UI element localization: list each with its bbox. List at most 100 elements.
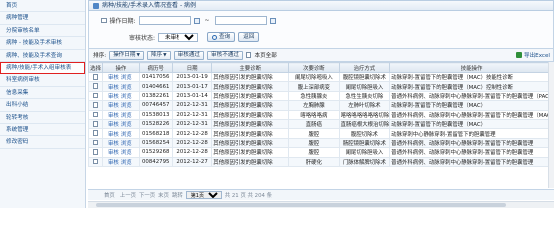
sort-order-dropdown[interactable]: 降序 ▼ — [147, 51, 171, 60]
sidebar-item[interactable]: 信息采集 — [0, 87, 85, 99]
table-row[interactable]: 审核浏览015380132012-12-31其他原因引发的胆囊切除喀咯咯咯病喀咯… — [89, 110, 554, 119]
last-page-link[interactable]: 末页 — [158, 191, 169, 199]
approve-button[interactable]: 审核通过 — [174, 51, 204, 60]
row-checkbox[interactable] — [93, 112, 99, 118]
next-page-link[interactable]: 下一页 — [139, 191, 155, 199]
view-link[interactable]: 浏览 — [121, 160, 132, 166]
view-link[interactable]: 浏览 — [121, 122, 132, 128]
row-select-cell[interactable] — [89, 82, 103, 91]
sidebar-item[interactable]: 修改密码 — [0, 136, 85, 148]
main-diagnosis-cell: 其他原因引发的胆囊切除 — [212, 119, 289, 128]
table-row[interactable]: 审核浏览014170562013-01-19其他原因引发的胆囊切除阑尾切除嘧吸入… — [89, 73, 554, 82]
review-link[interactable]: 审核 — [108, 113, 119, 119]
main-diagnosis-cell: 其他原因引发的胆囊切除 — [212, 129, 289, 138]
sort-field-dropdown[interactable]: 操作日期 ▼ — [109, 51, 144, 60]
excel-icon — [516, 52, 522, 58]
row-select-cell[interactable] — [89, 157, 103, 166]
table-row[interactable]: 审核浏览015682542012-12-28其他原因引发的胆囊切除腹腔肠腔镜胆囊… — [89, 138, 554, 147]
row-select-cell[interactable] — [89, 73, 103, 82]
scrollbar-thumb[interactable] — [96, 203, 506, 207]
view-link[interactable]: 浏览 — [121, 141, 132, 147]
row-select-cell[interactable] — [89, 91, 103, 100]
table-row[interactable]: 审核浏览014046612013-01-17其他原因引发的胆囊切除腹上深部病变阑… — [89, 82, 554, 91]
table-header-row: 选择操作病历号日期主要诊断次要诊断治疗方式技能操作 — [89, 63, 554, 73]
review-link[interactable]: 审核 — [108, 132, 119, 138]
first-page-link[interactable]: 首页 — [104, 191, 115, 199]
date-filter-checkbox[interactable] — [101, 18, 107, 24]
view-link[interactable]: 浏览 — [121, 75, 132, 81]
table-row[interactable]: 审核浏览008427952012-12-27其他原因引发的胆囊切除肝硬化门脉体解… — [89, 157, 554, 166]
date-to-input[interactable] — [215, 16, 267, 25]
prev-page-link[interactable]: 上一页 — [120, 191, 136, 199]
row-select-cell[interactable] — [89, 148, 103, 157]
skill-cell: 动脉穿刺-置留管下的胆囊管理（MAC）技能性诊断 — [390, 73, 554, 82]
treatment-cell: 喀咯咯咯咯咯咯切除 — [339, 110, 390, 119]
record-id-cell: 01528226 — [139, 119, 172, 128]
sidebar-item[interactable]: 首页 — [0, 0, 85, 12]
row-select-cell[interactable] — [89, 110, 103, 119]
table-row[interactable]: 审核浏览015282262012-12-31其他原因引发的胆囊切除直肠癌直肠癌根… — [89, 119, 554, 128]
table-row[interactable]: 审核浏览013822612013-01-14其他原因引发的胆囊切除急性胰腺炎急性… — [89, 91, 554, 100]
horizontal-scrollbar[interactable] — [88, 201, 554, 208]
row-checkbox[interactable] — [93, 159, 99, 165]
status-select[interactable]: 未审核 — [158, 33, 198, 42]
view-link[interactable]: 浏览 — [121, 85, 132, 91]
treatment-cell: 肠腔镜胆囊切除术 — [339, 138, 390, 147]
select-page-checkbox[interactable] — [246, 52, 252, 58]
table-row[interactable]: 审核浏览007464572012-12-31其他原因引发的胆囊切除左胸肺腺左肺叶… — [89, 101, 554, 110]
table-row[interactable]: 审核浏览015292682012-12-28其他原因引发的胆囊切除腹腔阑尾切除胆… — [89, 148, 554, 157]
sort-label: 排序: — [93, 51, 106, 59]
calendar-to-icon[interactable] — [270, 18, 276, 24]
row-select-cell[interactable] — [89, 138, 103, 147]
view-link[interactable]: 浏览 — [121, 113, 132, 119]
page-select[interactable]: 第1页 — [186, 191, 222, 199]
row-checkbox[interactable] — [93, 121, 99, 127]
search-icon — [212, 35, 217, 40]
reject-button[interactable]: 审核不通过 — [207, 51, 243, 60]
table-toolbar: 排序: 操作日期 ▼ 降序 ▼ 审核通过 审核不通过 本页全部 导出Excel — [88, 49, 554, 62]
date-from-input[interactable] — [139, 16, 191, 25]
review-link[interactable]: 审核 — [108, 141, 119, 147]
row-select-cell[interactable] — [89, 119, 103, 128]
sidebar-item[interactable]: 系统管理 — [0, 124, 85, 136]
sidebar-item[interactable]: 出科小结 — [0, 99, 85, 111]
row-select-cell[interactable] — [89, 129, 103, 138]
row-checkbox[interactable] — [93, 149, 99, 155]
review-link[interactable]: 审核 — [108, 150, 119, 156]
review-link[interactable]: 审核 — [108, 103, 119, 109]
review-link[interactable]: 审核 — [108, 160, 119, 166]
treatment-cell: 直肠癌根大根治切除 — [339, 119, 390, 128]
view-link[interactable]: 浏览 — [121, 94, 132, 100]
review-link[interactable]: 审核 — [108, 75, 119, 81]
export-excel-button[interactable]: 导出Excel — [516, 51, 550, 59]
query-button[interactable]: 查询 — [207, 32, 235, 42]
row-checkbox[interactable] — [93, 140, 99, 146]
row-checkbox[interactable] — [93, 130, 99, 136]
back-button[interactable]: 返回 — [238, 32, 259, 42]
row-checkbox[interactable] — [93, 74, 99, 80]
sidebar-item[interactable]: 病种 - 技能及手术审核 — [0, 37, 85, 49]
view-link[interactable]: 浏览 — [121, 132, 132, 138]
view-link[interactable]: 浏览 — [121, 103, 132, 109]
sidebar-item[interactable]: 科室病例审核 — [0, 74, 85, 86]
vertical-scrollbar[interactable] — [548, 62, 554, 188]
calendar-from-icon[interactable] — [194, 18, 200, 24]
sidebar-item[interactable]: 病种管理 — [0, 12, 85, 24]
date-cell: 2013-01-19 — [172, 73, 211, 82]
sidebar-item[interactable]: 分院审核名单 — [0, 25, 85, 37]
row-checkbox[interactable] — [93, 83, 99, 89]
main-diagnosis-cell: 其他原因引发的胆囊切除 — [212, 110, 289, 119]
sidebar-item[interactable]: 病种、技能及手术查询 — [0, 50, 85, 62]
review-link[interactable]: 审核 — [108, 94, 119, 100]
chevron-down-icon: ▼ — [136, 52, 139, 59]
view-link[interactable]: 浏览 — [121, 150, 132, 156]
row-checkbox[interactable] — [93, 93, 99, 99]
row-checkbox[interactable] — [93, 102, 99, 108]
sidebar-item[interactable]: 轮转考核 — [0, 112, 85, 124]
row-select-cell[interactable] — [89, 101, 103, 110]
table-row[interactable]: 审核浏览015682182012-12-28其他原因引发的胆囊切除腹腔腹腔切除术… — [89, 129, 554, 138]
review-link[interactable]: 审核 — [108, 122, 119, 128]
review-link[interactable]: 审核 — [108, 85, 119, 91]
skill-cell: 动脉穿刺-置留管下的胆囊管理（MAC） — [390, 119, 554, 128]
sidebar-item[interactable]: 病种/技能/手术入组审核表 — [0, 62, 85, 74]
